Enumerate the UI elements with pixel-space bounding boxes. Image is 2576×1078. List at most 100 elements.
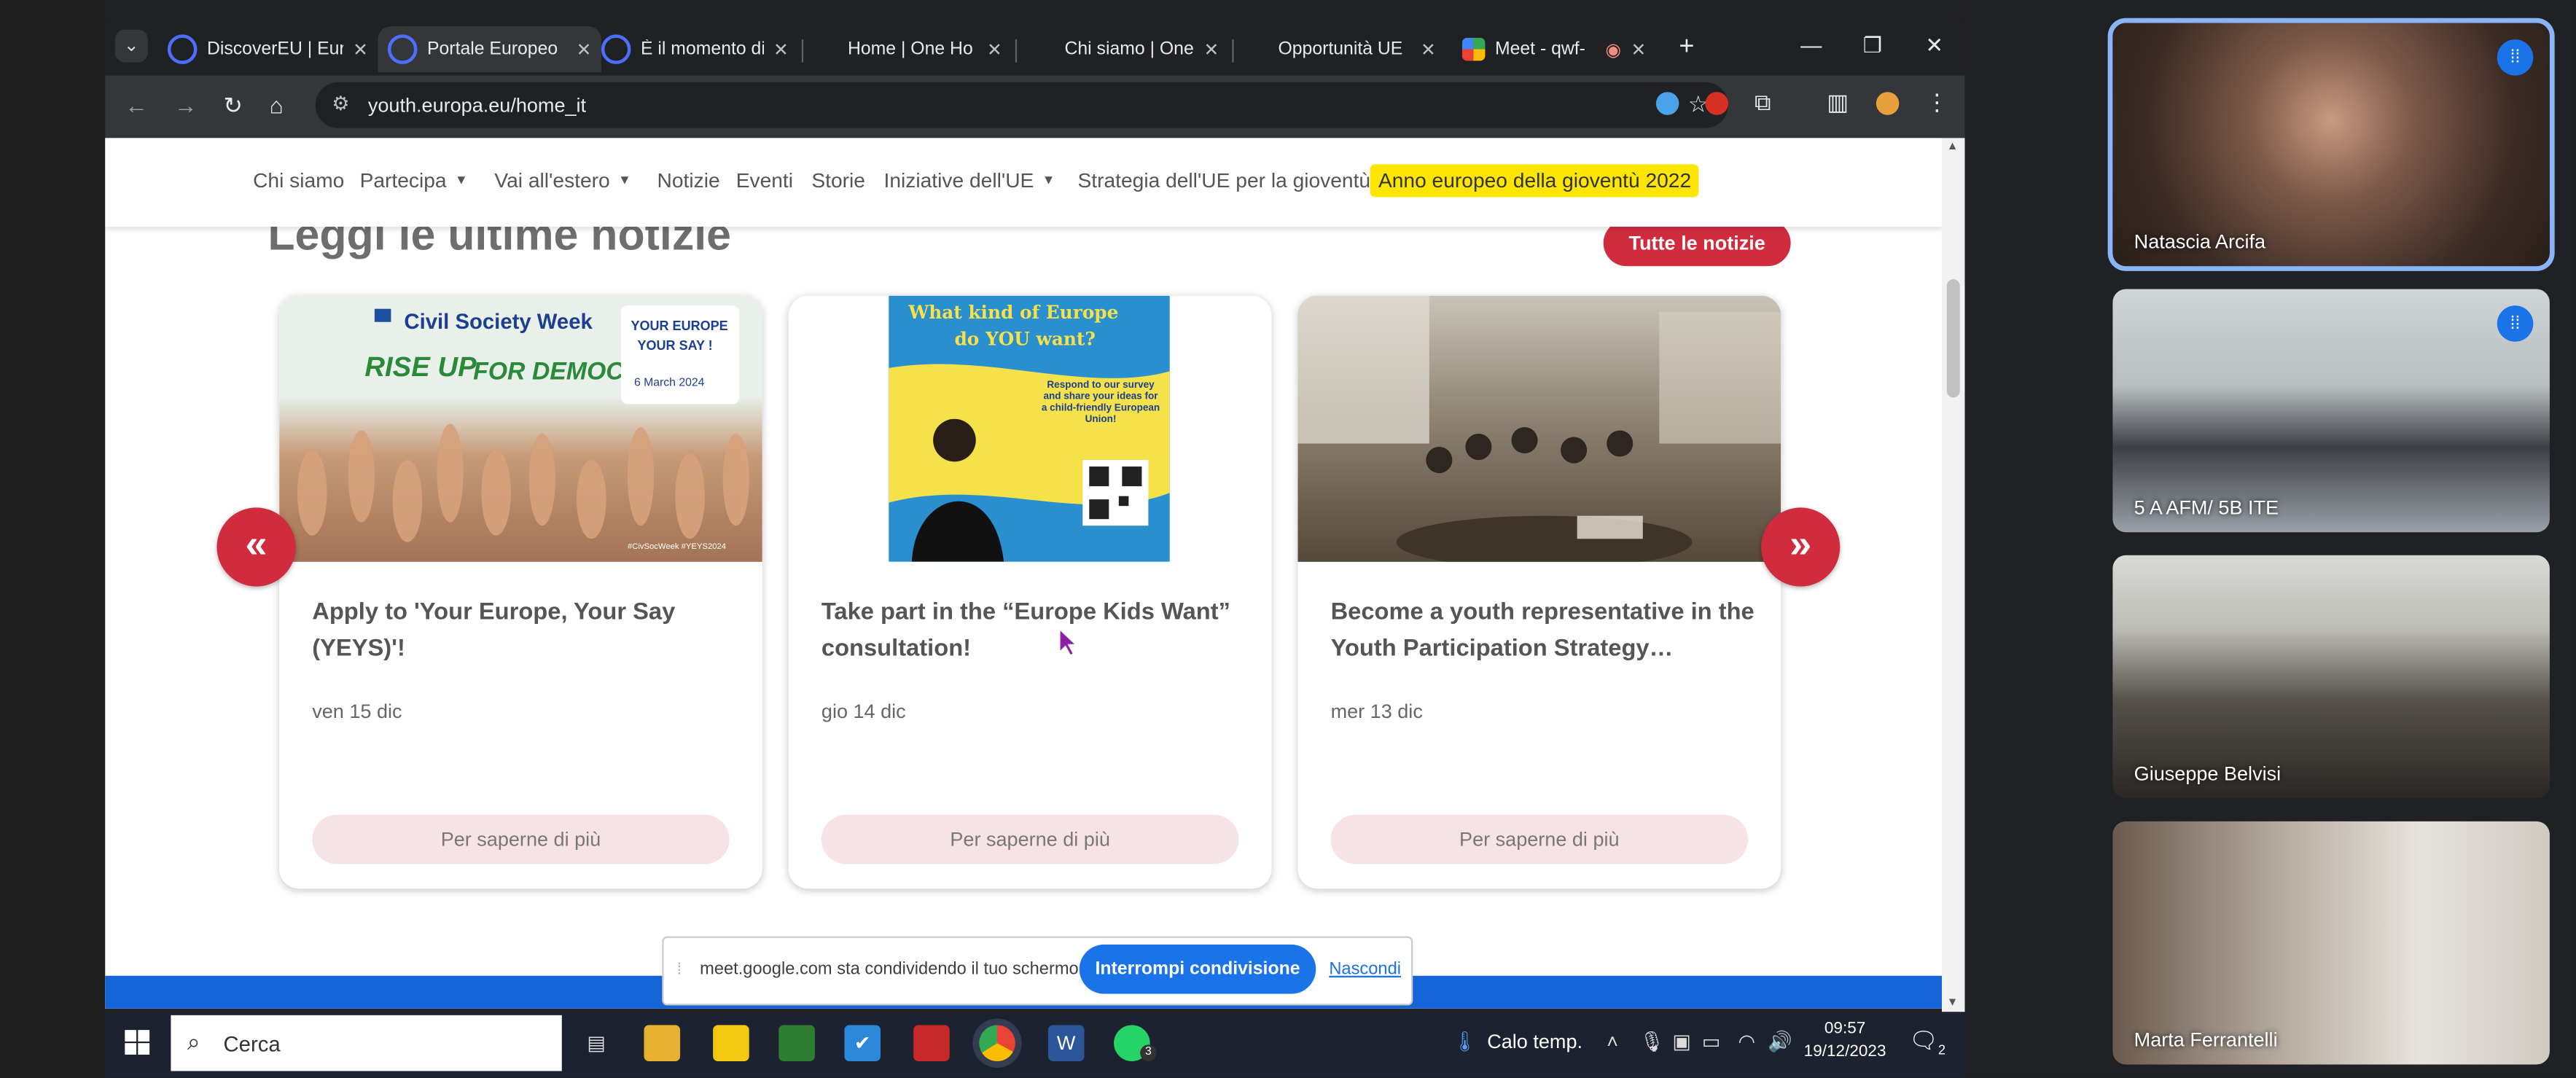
screen-margin [0, 0, 106, 1078]
yeys-badge: YOUR EUROPE YOUR SAY ! 6 March 2024 [620, 305, 740, 405]
chrome-icon[interactable] [979, 1025, 1015, 1061]
news-card[interactable]: What kind of Europe do YOU want? Respond… [788, 295, 1272, 889]
whatsapp-icon[interactable]: 3 [1114, 1025, 1157, 1061]
todo-app-icon[interactable]: ✔ [844, 1025, 881, 1061]
tab-momento[interactable]: È il momento di ✕ [601, 26, 789, 72]
scroll-thumb[interactable] [1946, 279, 1960, 398]
nav-storie[interactable]: Storie [811, 169, 865, 192]
read-more-button[interactable]: Per saperne di più [312, 814, 730, 864]
all-news-button[interactable]: Tutte le notizie [1603, 220, 1791, 267]
carousel-next-button[interactable]: » [1761, 507, 1841, 587]
nav-eventi[interactable]: Eventi [736, 169, 793, 192]
nav-vai-allestero[interactable]: Vai all'estero ▼ [494, 169, 631, 192]
badge-text: YOUR EUROPE [631, 319, 728, 334]
tray-chevron-icon[interactable]: ˄ [1607, 1030, 1618, 1053]
read-more-button[interactable]: Per saperne di più [1330, 814, 1749, 864]
hide-share-bar-link[interactable]: Nascondi [1329, 959, 1401, 979]
system-clock[interactable]: 09:57 19/12/2023 [1804, 1018, 1886, 1064]
weather-widget[interactable]: 🌡 Calo temp. [1452, 1030, 1582, 1053]
home-icon[interactable]: ⌂ [270, 92, 284, 118]
nav-anno-europeo[interactable]: Anno europeo della gioventù 2022 [1370, 164, 1700, 198]
back-icon[interactable]: ← [125, 92, 148, 118]
youth-meeting-photo [1297, 295, 1781, 562]
extensions-puzzle-icon[interactable]: ⧉ [1755, 89, 1771, 117]
card-title[interactable]: Become a youth representative in the You… [1331, 595, 1758, 667]
nav-chi-siamo[interactable]: Chi siamo [253, 169, 344, 192]
carousel-prev-button[interactable]: « [216, 507, 296, 587]
taskbar-search-box[interactable]: ⌕ Cerca [171, 1015, 562, 1071]
participants-panel: ⁞⁞ Natascia Arcifa ⁞⁞ 5 A AFM/ 5B ITE Gi… [1964, 0, 2576, 1078]
participant-tile[interactable]: ⁞⁞ Natascia Arcifa [2112, 23, 2550, 267]
address-bar[interactable]: ⚙ youth.europa.eu/home_it ☆ [315, 82, 1728, 128]
spreadsheet-app-icon[interactable] [778, 1025, 815, 1061]
windows-start-icon[interactable] [125, 1030, 151, 1056]
sticky-notes-icon[interactable] [713, 1025, 749, 1061]
clock-time: 09:57 [1824, 1020, 1866, 1039]
word-icon[interactable]: W [1047, 1025, 1085, 1061]
thermometer-icon: 🌡 [1452, 1030, 1478, 1053]
microphone-icon[interactable]: 🎙 [1639, 1030, 1664, 1053]
nav-partecipa[interactable]: Partecipa ▼ [360, 169, 468, 192]
close-tab-icon[interactable]: ✕ [1204, 39, 1219, 60]
tab-onehome[interactable]: Home | One Ho ✕ [848, 26, 1002, 72]
page-scrollbar[interactable]: ▲ ▼ [1941, 138, 1965, 1012]
card-title[interactable]: Take part in the “Europe Kids Want” cons… [821, 595, 1249, 667]
url-text[interactable]: youth.europa.eu/home_it [368, 93, 586, 117]
site-info-icon[interactable]: ⚙ [332, 92, 349, 115]
extension-cloud-icon[interactable] [1655, 92, 1679, 115]
notification-center-icon[interactable]: 🗨2 [1909, 1027, 1945, 1058]
battery-icon[interactable]: ▭ [1702, 1030, 1721, 1053]
tab-portale-europeo[interactable]: Portale Europeo ✕ [378, 26, 601, 73]
file-explorer-icon[interactable] [644, 1025, 681, 1061]
meet-tray-icon[interactable]: ▣ [1672, 1030, 1691, 1053]
close-tab-icon[interactable]: ✕ [987, 39, 1002, 60]
forward-icon[interactable]: → [174, 92, 198, 118]
volume-icon[interactable]: 🔊 [1768, 1030, 1792, 1053]
poster-body: Respond to our survey and share your ide… [1041, 380, 1160, 426]
eu-flag-icon [167, 34, 198, 64]
participant-tile[interactable]: Marta Ferrantelli [2112, 821, 2550, 1065]
menu-kebab-icon[interactable]: ⋮ [1925, 89, 1948, 117]
task-view-icon[interactable]: ▤ [578, 1025, 614, 1061]
close-tab-icon[interactable]: ✕ [1421, 39, 1436, 60]
close-tab-icon[interactable]: ✕ [1631, 39, 1647, 60]
scroll-up-icon[interactable]: ▲ [1947, 141, 1959, 153]
tab-separator [801, 39, 804, 63]
tab-label: Meet - qwf- [1494, 39, 1585, 60]
tab-chisiamo[interactable]: Chi siamo | One ✕ [1064, 26, 1219, 72]
minimize-icon[interactable]: — [1800, 33, 1822, 58]
scroll-down-icon[interactable]: ▼ [1947, 997, 1959, 1009]
acrobat-icon[interactable] [913, 1025, 950, 1061]
participant-tile[interactable]: ⁞⁞ 5 A AFM/ 5B ITE [2112, 289, 2550, 533]
side-panel-icon[interactable]: ▥ [1827, 89, 1849, 117]
reload-icon[interactable]: ↻ [224, 92, 243, 120]
profile-avatar-icon[interactable] [1876, 92, 1900, 115]
news-card[interactable]: Become a youth representative in the You… [1297, 295, 1781, 889]
participant-tile[interactable]: Giuseppe Belvisi [2112, 555, 2550, 799]
stop-sharing-button[interactable]: Interrompi condivisione [1079, 944, 1316, 994]
tab-meet[interactable]: Meet - qwf- ◉ ✕ [1461, 26, 1647, 72]
tab-search-dropdown[interactable]: ⌄ [114, 29, 148, 63]
tab-label: Home | One Ho [847, 39, 973, 60]
tab-label: Opportunità UE [1278, 39, 1403, 60]
read-more-button[interactable]: Per saperne di più [821, 814, 1239, 864]
drag-handle-icon[interactable]: ⁞ [677, 961, 682, 979]
new-tab-icon[interactable]: + [1679, 33, 1694, 63]
europe-kids-want-image: What kind of Europe do YOU want? Respond… [788, 295, 1272, 562]
tab-bar: ⌄ DiscoverEU | Eur ✕ Portale Europeo ✕ È… [105, 20, 1965, 76]
card-date: mer 13 dic [1330, 700, 1423, 723]
card-title[interactable]: Apply to 'Your Europe, Your Say (YEYS)'! [312, 595, 739, 667]
wifi-icon[interactable]: ◠ [1738, 1030, 1756, 1053]
nav-notizie[interactable]: Notizie [657, 169, 720, 192]
tab-opportunita[interactable]: Opportunità UE ✕ [1278, 26, 1435, 72]
close-tab-icon[interactable]: ✕ [577, 39, 592, 60]
restore-icon[interactable]: ❐ [1863, 33, 1882, 59]
tab-discovereu[interactable]: DiscoverEU | Eur ✕ [167, 26, 368, 72]
extension-red-icon[interactable] [1705, 92, 1728, 115]
nav-strategia-ue[interactable]: Strategia dell'UE per la gioventù [1077, 169, 1370, 192]
news-card[interactable]: Civil Society Week RISE UP FOR DEMOCRACY… [279, 295, 762, 889]
close-window-icon[interactable]: ✕ [1925, 33, 1943, 59]
close-tab-icon[interactable]: ✕ [773, 39, 789, 60]
nav-iniziative-ue[interactable]: Iniziative dell'UE ▼ [884, 169, 1055, 192]
close-tab-icon[interactable]: ✕ [353, 39, 368, 60]
